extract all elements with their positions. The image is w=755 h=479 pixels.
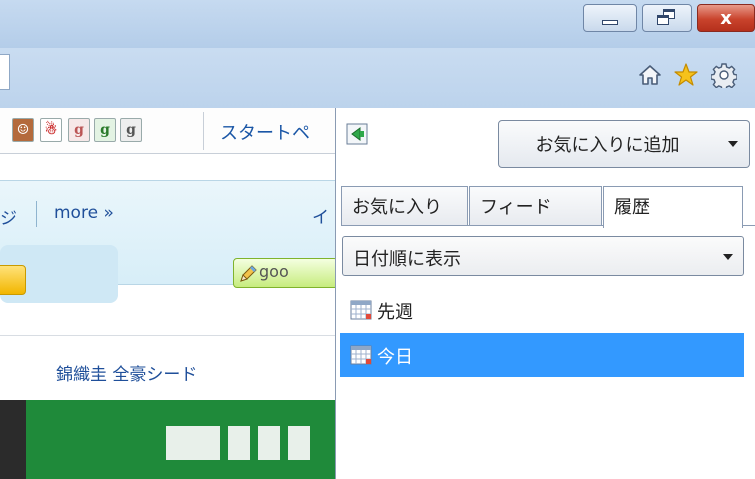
tab-favorites[interactable]: お気に入り (341, 186, 468, 226)
history-item-today[interactable]: 今日 (340, 333, 744, 377)
goo-label: goo (259, 262, 289, 281)
banner-image[interactable] (0, 400, 335, 479)
tab-strip-border (742, 225, 755, 226)
banner-edge (0, 400, 26, 479)
tab-history[interactable]: 履歴 (603, 186, 743, 228)
minimize-button[interactable] (583, 4, 637, 32)
nav-link[interactable]: イ (312, 203, 329, 228)
calendar-icon (350, 300, 372, 320)
banner-block (258, 426, 280, 460)
favicon-g-icon[interactable]: g (68, 118, 90, 142)
more-link[interactable]: more » (54, 203, 114, 223)
pencil-icon (240, 265, 257, 282)
goo-button[interactable]: goo (233, 258, 335, 288)
history-view-value: 日付順に表示 (353, 249, 461, 270)
favorites-bar-link[interactable]: スタートペ (220, 119, 310, 145)
favicon-g-icon[interactable]: g (94, 118, 116, 142)
history-item-last-week[interactable]: 先週 (340, 288, 744, 332)
pin-pane-icon[interactable] (346, 123, 368, 145)
nav-link[interactable]: ジ (0, 204, 17, 229)
title-bar: x (0, 0, 755, 48)
search-button[interactable] (0, 265, 26, 295)
address-field[interactable] (0, 54, 10, 90)
favorites-pane: お気に入りに追加 お気に入り フィード 履歴 日付順に表示 先週 今日 (335, 108, 755, 479)
history-item-label: 先週 (377, 302, 413, 323)
favorites-bar: ☺ ☃ g g g スタートペ (0, 108, 335, 154)
restore-button[interactable] (642, 4, 692, 32)
favicon-snowman-icon[interactable]: ☃ (40, 118, 62, 142)
history-item-label: 今日 (377, 347, 413, 368)
divider (36, 201, 37, 227)
banner-block (166, 426, 220, 460)
settings-gear-icon[interactable] (711, 62, 737, 88)
search-box (0, 245, 118, 303)
favorites-star-icon[interactable] (673, 62, 699, 88)
divider (0, 335, 335, 336)
minimize-icon (602, 20, 618, 25)
restore-icon (657, 9, 677, 27)
history-view-select[interactable]: 日付順に表示 (342, 236, 744, 276)
favicon-g-icon[interactable]: g (120, 118, 142, 142)
news-link[interactable]: 錦織圭 全豪シード (56, 360, 197, 385)
browser-window: x ☺ ☃ g g g スタートペ ジ more » イ goo 錦織圭 全豪シ… (0, 0, 755, 479)
divider (203, 112, 204, 150)
chevron-down-icon (723, 254, 733, 260)
add-favorites-dropdown-button[interactable] (716, 120, 750, 168)
calendar-icon (350, 345, 372, 365)
banner-block (288, 426, 310, 460)
web-page-content: ☺ ☃ g g g スタートペ ジ more » イ goo 錦織圭 全豪シード (0, 108, 335, 479)
favicon-face-icon[interactable]: ☺ (12, 118, 34, 142)
banner-block (228, 426, 250, 460)
chevron-down-icon (727, 141, 738, 147)
tab-strip-border (341, 225, 603, 226)
close-button[interactable]: x (697, 4, 755, 32)
close-icon: x (720, 7, 732, 29)
home-icon[interactable] (637, 62, 663, 88)
tab-feeds[interactable]: フィード (469, 186, 602, 226)
add-to-favorites-button[interactable]: お気に入りに追加 (498, 120, 717, 168)
